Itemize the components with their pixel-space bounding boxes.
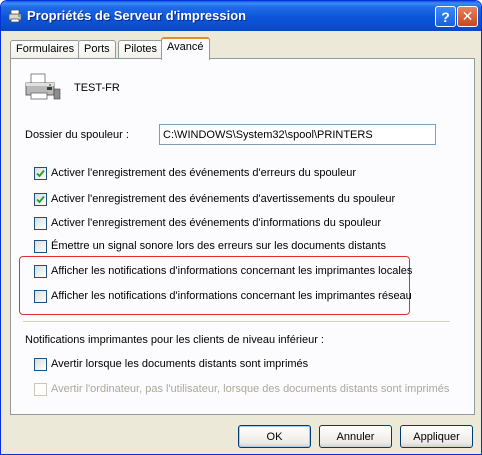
option-notify-remote-printed[interactable]: Avertir lorsque les documents distants s… — [34, 357, 308, 371]
checkbox[interactable] — [34, 289, 47, 303]
dialog-window: Propriétés de Serveur d'impression ? ✕ F… — [0, 0, 482, 455]
option-notify-network-printers[interactable]: Afficher les notifications d'information… — [34, 289, 412, 303]
close-icon: ✕ — [461, 8, 474, 24]
tab-ports[interactable]: Ports — [78, 40, 116, 59]
spool-folder-input[interactable] — [159, 124, 436, 145]
checkbox[interactable] — [34, 216, 47, 230]
checkmark-icon — [36, 169, 45, 177]
divider — [23, 321, 450, 323]
option-log-warnings[interactable]: Activer l'enregistrement des événements … — [34, 192, 395, 206]
option-label: Activer l'enregistrement des événements … — [51, 167, 357, 179]
print-server-icon — [25, 71, 61, 103]
printer-server-icon — [7, 8, 23, 24]
option-label: Afficher les notifications d'information… — [51, 290, 412, 302]
option-label: Activer l'enregistrement des événements … — [51, 217, 382, 229]
option-log-info[interactable]: Activer l'enregistrement des événements … — [34, 216, 381, 230]
tab-pilotes[interactable]: Pilotes — [118, 40, 164, 59]
tab-avance[interactable]: Avancé — [161, 37, 210, 60]
spool-folder-label: Dossier du spouleur : — [25, 129, 129, 141]
downlevel-section-label: Notifications imprimantes pour les clien… — [25, 334, 324, 346]
tab-formulaires[interactable]: Formulaires — [10, 40, 81, 59]
server-name: TEST-FR — [74, 82, 120, 94]
option-beep-remote-errors[interactable]: Émettre un signal sonore lors des erreur… — [34, 239, 386, 253]
option-label: Afficher les notifications d'information… — [51, 265, 413, 277]
option-label: Émettre un signal sonore lors des erreur… — [51, 240, 387, 252]
option-label: Avertir l'ordinateur, pas l'utilisateur,… — [51, 383, 450, 395]
cancel-button[interactable]: Annuler — [319, 425, 392, 448]
option-label: Avertir lorsque les documents distants s… — [51, 358, 309, 370]
apply-button[interactable]: Appliquer — [400, 425, 473, 448]
checkbox[interactable] — [34, 357, 47, 371]
checkmark-icon — [36, 195, 45, 203]
option-log-errors[interactable]: Activer l'enregistrement des événements … — [34, 166, 356, 180]
option-label: Activer l'enregistrement des événements … — [51, 193, 396, 205]
help-button[interactable]: ? — [435, 6, 456, 27]
close-button[interactable]: ✕ — [457, 6, 478, 27]
checkbox-checked[interactable] — [34, 166, 47, 180]
help-icon: ? — [441, 8, 450, 25]
checkbox[interactable] — [34, 239, 47, 253]
window-title: Propriétés de Serveur d'impression — [27, 8, 247, 23]
option-notify-computer: Avertir l'ordinateur, pas l'utilisateur,… — [34, 382, 449, 396]
option-notify-local-printers[interactable]: Afficher les notifications d'information… — [34, 264, 412, 278]
checkbox-checked[interactable] — [34, 192, 47, 206]
title-bar[interactable]: Propriétés de Serveur d'impression ? ✕ — [1, 1, 481, 31]
ok-button[interactable]: OK — [238, 425, 311, 448]
checkbox[interactable] — [34, 264, 47, 278]
checkbox-disabled — [34, 382, 47, 396]
